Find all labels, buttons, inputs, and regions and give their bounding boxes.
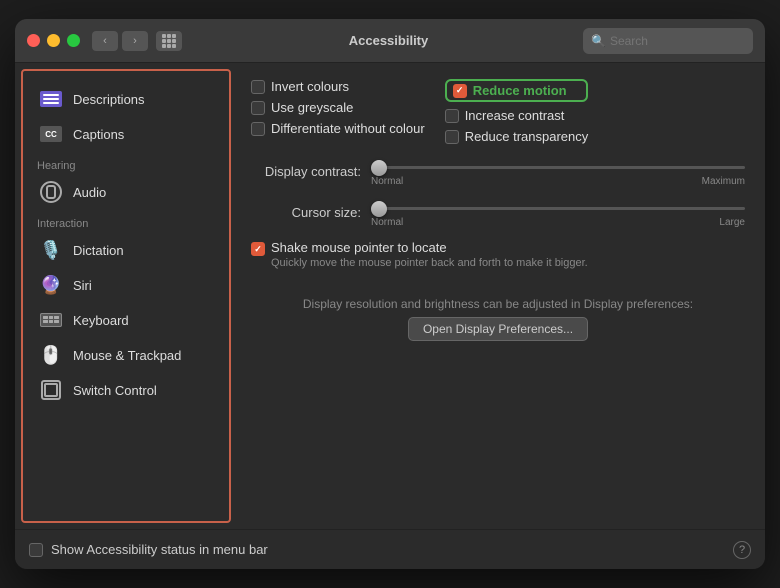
display-contrast-row: Display contrast: Normal Maximum xyxy=(251,156,745,187)
audio-icon xyxy=(39,180,63,204)
sidebar-item-dictation[interactable]: 🎙️ Dictation xyxy=(27,233,225,267)
reduce-motion-label: Reduce motion xyxy=(473,83,567,98)
dictation-icon: 🎙️ xyxy=(39,238,63,262)
siri-icon: 🔮 xyxy=(39,273,63,297)
increase-contrast-row: Increase contrast xyxy=(445,108,589,123)
sliders-section: Display contrast: Normal Maximum Cursor … xyxy=(251,156,745,228)
display-contrast-slider-labels: Normal Maximum xyxy=(371,176,745,187)
sidebar-item-captions[interactable]: CC Captions xyxy=(27,117,225,151)
maximize-button[interactable] xyxy=(67,34,80,47)
main-window: ‹ › Accessibility 🔍 xyxy=(15,19,765,569)
sidebar-label-dictation: Dictation xyxy=(73,243,124,258)
checkbox-col-1: Invert colours Use greyscale Differentia… xyxy=(251,79,425,144)
shake-mouse-desc: Quickly move the mouse pointer back and … xyxy=(271,257,588,269)
display-note-section: Display resolution and brightness can be… xyxy=(251,289,745,341)
shake-text: Shake mouse pointer to locate Quickly mo… xyxy=(271,240,588,269)
window-title: Accessibility xyxy=(194,33,583,48)
sidebar-label-audio: Audio xyxy=(73,185,106,200)
reduce-transparency-label: Reduce transparency xyxy=(465,129,589,144)
display-contrast-label: Display contrast: xyxy=(251,164,361,179)
display-contrast-max-label: Maximum xyxy=(702,176,745,187)
cursor-size-max-label: Large xyxy=(719,217,745,228)
bottom-bar: Show Accessibility status in menu bar ? xyxy=(15,529,765,569)
content-area: Descriptions CC Captions Hearing Audio I… xyxy=(15,63,765,529)
search-input[interactable] xyxy=(610,34,745,48)
cursor-size-slider[interactable] xyxy=(371,207,745,210)
reduce-motion-checkbox[interactable] xyxy=(453,84,467,98)
close-button[interactable] xyxy=(27,34,40,47)
shake-mouse-checkbox[interactable] xyxy=(251,242,265,256)
invert-colours-label: Invert colours xyxy=(271,79,349,94)
descriptions-icon xyxy=(39,87,63,111)
checkbox-columns: Invert colours Use greyscale Differentia… xyxy=(251,79,745,144)
checkbox-col-2: Reduce motion Increase contrast Reduce t… xyxy=(445,79,589,144)
minimize-button[interactable] xyxy=(47,34,60,47)
back-button[interactable]: ‹ xyxy=(92,31,118,51)
invert-colours-checkbox[interactable] xyxy=(251,80,265,94)
shake-mouse-row: Shake mouse pointer to locate Quickly mo… xyxy=(251,240,745,269)
sidebar-item-keyboard[interactable]: Keyboard xyxy=(27,303,225,337)
cursor-size-min-label: Normal xyxy=(371,217,403,228)
display-contrast-slider-container: Normal Maximum xyxy=(371,156,745,187)
differentiate-label: Differentiate without colour xyxy=(271,121,425,136)
section-header-interaction: Interaction xyxy=(23,210,229,232)
differentiate-row: Differentiate without colour xyxy=(251,121,425,136)
sidebar-item-audio[interactable]: Audio xyxy=(27,175,225,209)
keyboard-icon xyxy=(39,308,63,332)
cursor-size-slider-container: Normal Large xyxy=(371,197,745,228)
titlebar: ‹ › Accessibility 🔍 xyxy=(15,19,765,63)
use-greyscale-label: Use greyscale xyxy=(271,100,353,115)
cursor-size-row: Cursor size: Normal Large xyxy=(251,197,745,228)
forward-button[interactable]: › xyxy=(122,31,148,51)
grid-button[interactable] xyxy=(156,31,182,51)
sidebar: Descriptions CC Captions Hearing Audio I… xyxy=(21,69,231,523)
invert-colours-row: Invert colours xyxy=(251,79,425,94)
grid-icon xyxy=(162,34,176,48)
display-contrast-slider[interactable] xyxy=(371,166,745,169)
sidebar-label-switch-control: Switch Control xyxy=(73,383,157,398)
sidebar-label-descriptions: Descriptions xyxy=(73,92,145,107)
traffic-lights xyxy=(27,34,80,47)
display-note-text: Display resolution and brightness can be… xyxy=(251,297,745,311)
differentiate-checkbox[interactable] xyxy=(251,122,265,136)
mouse-icon: 🖱️ xyxy=(39,343,63,367)
sidebar-item-descriptions[interactable]: Descriptions xyxy=(27,82,225,116)
open-display-preferences-button[interactable]: Open Display Preferences... xyxy=(408,317,588,341)
reduce-motion-row: Reduce motion xyxy=(445,79,589,102)
main-panel: Invert colours Use greyscale Differentia… xyxy=(231,63,765,529)
switch-control-icon xyxy=(39,378,63,402)
captions-icon: CC xyxy=(39,122,63,146)
search-icon: 🔍 xyxy=(591,34,606,48)
status-menu-bar-label: Show Accessibility status in menu bar xyxy=(51,542,725,557)
sidebar-item-siri[interactable]: 🔮 Siri xyxy=(27,268,225,302)
reduce-transparency-row: Reduce transparency xyxy=(445,129,589,144)
sidebar-label-captions: Captions xyxy=(73,127,124,142)
reduce-transparency-checkbox[interactable] xyxy=(445,130,459,144)
sidebar-label-keyboard: Keyboard xyxy=(73,313,129,328)
shake-mouse-title: Shake mouse pointer to locate xyxy=(271,240,588,255)
use-greyscale-checkbox[interactable] xyxy=(251,101,265,115)
section-header-hearing: Hearing xyxy=(23,152,229,174)
cursor-size-slider-labels: Normal Large xyxy=(371,217,745,228)
sidebar-label-mouse-trackpad: Mouse & Trackpad xyxy=(73,348,181,363)
display-contrast-min-label: Normal xyxy=(371,176,403,187)
status-menu-bar-checkbox[interactable] xyxy=(29,543,43,557)
nav-buttons: ‹ › xyxy=(92,31,148,51)
sidebar-item-switch-control[interactable]: Switch Control xyxy=(27,373,225,407)
search-bar[interactable]: 🔍 xyxy=(583,28,753,54)
increase-contrast-checkbox[interactable] xyxy=(445,109,459,123)
increase-contrast-label: Increase contrast xyxy=(465,108,565,123)
sidebar-label-siri: Siri xyxy=(73,278,92,293)
help-button[interactable]: ? xyxy=(733,541,751,559)
use-greyscale-row: Use greyscale xyxy=(251,100,425,115)
sidebar-item-mouse-trackpad[interactable]: 🖱️ Mouse & Trackpad xyxy=(27,338,225,372)
cursor-size-label: Cursor size: xyxy=(251,205,361,220)
